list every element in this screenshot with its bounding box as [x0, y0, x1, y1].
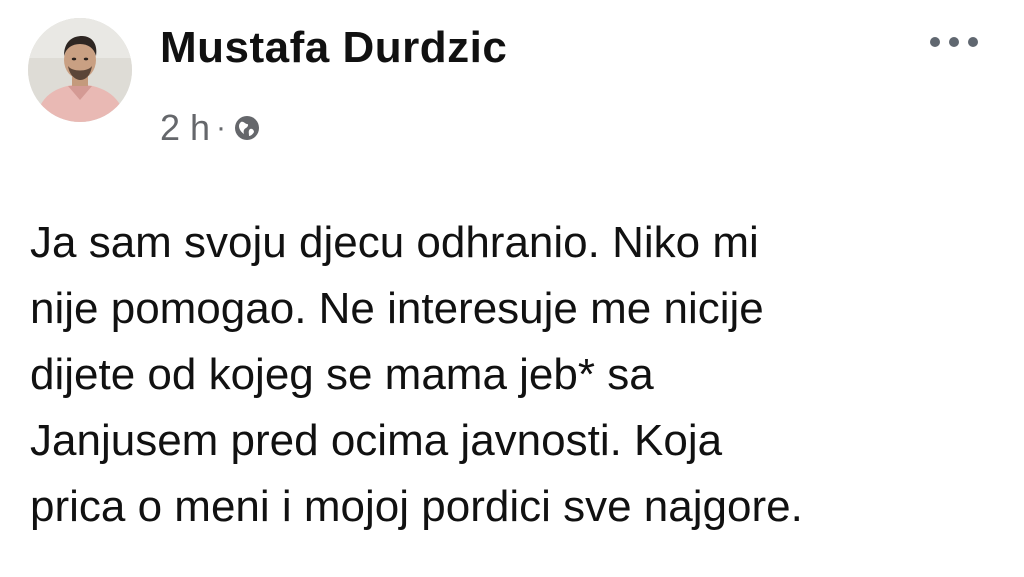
- author-name[interactable]: Mustafa Durdzic: [160, 26, 507, 70]
- post-text-line: nije pomogao. Ne interesuje me nicije: [30, 284, 764, 333]
- more-dot: [968, 37, 978, 47]
- more-options-button[interactable]: [930, 30, 978, 54]
- more-dot: [930, 37, 940, 47]
- more-dot: [949, 37, 959, 47]
- profile-photo-icon: [28, 18, 132, 122]
- post-meta: 2 h ·: [160, 110, 260, 146]
- post-text-line: prica o meni i mojoj pordici sve najgore…: [30, 482, 803, 531]
- author-avatar[interactable]: [28, 18, 132, 122]
- facebook-post: Mustafa Durdzic 2 h · Ja sam svoju djecu…: [0, 0, 1024, 577]
- post-text-line: Janjusem pred ocima javnosti. Koja: [30, 416, 723, 465]
- post-time[interactable]: 2 h: [160, 110, 210, 146]
- post-text-line: Ja sam svoju djecu odhranio. Niko mi: [30, 218, 759, 267]
- meta-separator: ·: [216, 111, 227, 144]
- post-text: Ja sam svoju djecu odhranio. Niko mi nij…: [30, 210, 990, 540]
- post-text-line: dijete od kojeg se mama jeb* sa: [30, 350, 654, 399]
- globe-icon[interactable]: [234, 115, 260, 141]
